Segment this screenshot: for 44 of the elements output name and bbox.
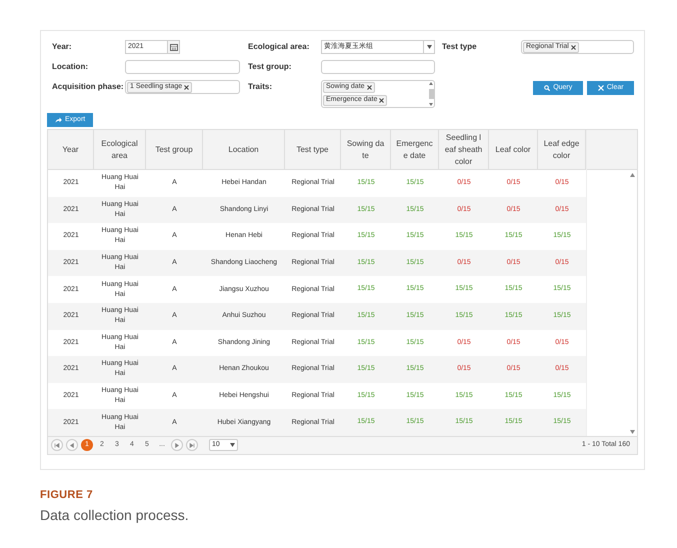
scrollbar-thumb[interactable] (428, 89, 434, 99)
column-header[interactable]: Test group (146, 130, 203, 169)
column-header[interactable]: Year (48, 130, 94, 169)
figure-label: FIGURE 7 (40, 488, 94, 503)
column-header[interactable]: Emergence date (391, 130, 439, 169)
remove-icon[interactable] (184, 85, 190, 90)
scroll-up-icon[interactable] (630, 173, 635, 177)
remove-icon[interactable] (570, 45, 576, 50)
remove-icon[interactable] (366, 85, 372, 90)
previous-page-icon (69, 442, 75, 448)
column-header[interactable]: Test type (285, 130, 341, 169)
previous-page-button[interactable] (66, 439, 78, 452)
next-page-button[interactable] (171, 439, 183, 452)
first-page-icon (54, 442, 60, 448)
test-group-field[interactable] (321, 60, 435, 74)
field-label: Acquisition phase: (52, 81, 125, 93)
field-label: Location: (52, 61, 89, 73)
share-icon (55, 117, 62, 123)
column-header[interactable]: Sowing date (341, 130, 391, 169)
location-field[interactable] (125, 60, 240, 74)
last-page-button[interactable] (186, 439, 198, 452)
column-header[interactable]: Leaf color (489, 130, 538, 169)
caret-icon (230, 443, 235, 448)
scrollbar-track[interactable] (586, 130, 637, 436)
column-header[interactable]: Ecological area (94, 130, 146, 169)
column-header[interactable]: Location (203, 130, 285, 169)
figure-caption: Data collection process. (40, 506, 190, 525)
scrollbar[interactable] (428, 81, 434, 107)
field-label: Test type (442, 41, 478, 53)
search-icon (544, 85, 550, 91)
field-label: Year: (52, 41, 73, 53)
remove-icon[interactable] (379, 98, 384, 103)
first-page-button[interactable] (51, 439, 63, 452)
calendar-icon[interactable] (168, 40, 180, 54)
close-icon (598, 85, 604, 91)
last-page-icon (189, 442, 195, 448)
caret-icon[interactable] (423, 41, 434, 53)
field-label: Test group: (248, 61, 292, 73)
field-label: Traits: (248, 81, 274, 93)
scroll-down-icon[interactable] (429, 103, 433, 106)
column-header[interactable]: Seedling leaf sheath color (439, 130, 489, 169)
scroll-up-icon[interactable] (429, 82, 433, 85)
next-page-icon (174, 442, 180, 448)
field-label: Ecological area: (248, 41, 310, 53)
